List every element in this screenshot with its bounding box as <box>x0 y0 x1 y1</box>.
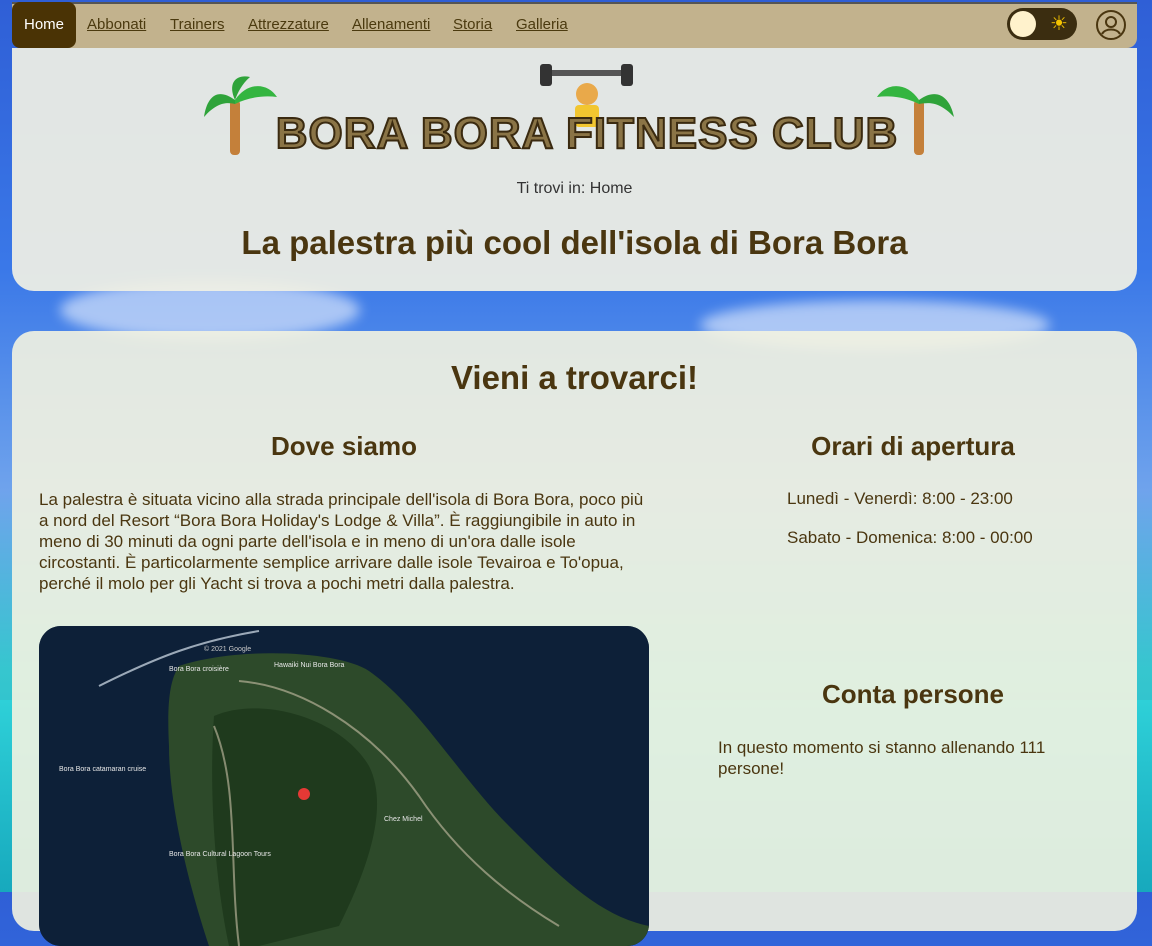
nav-item-trainers[interactable]: Trainers <box>170 16 224 33</box>
palm-tree-icon <box>204 76 277 155</box>
top-navigation: Home Abbonati Trainers Attrezzature Alle… <box>12 2 1137 48</box>
svg-text:Hawaiki Nui Bora Bora: Hawaiki Nui Bora Bora <box>274 662 345 669</box>
hours-weekdays: Lunedì - Venerdì: 8:00 - 23:00 <box>787 489 1013 508</box>
nav-item-storia[interactable]: Storia <box>453 16 492 33</box>
hours-weekend: Sabato - Domenica: 8:00 - 00:00 <box>787 528 1033 547</box>
nav-item-home[interactable]: Home <box>12 2 76 48</box>
location-description: La palestra è situata vicino alla strada… <box>39 490 644 593</box>
svg-text:Chez Michel: Chez Michel <box>384 816 423 823</box>
location-title: Dove siamo <box>271 431 417 461</box>
map-embed[interactable]: © 2021 Google Bora Bora croisière Hawaik… <box>39 626 649 946</box>
theme-toggle[interactable]: ☀ <box>1007 8 1077 40</box>
people-counter-text: In questo momento si stanno allenando 11… <box>718 738 1046 778</box>
section-title: Vieni a trovarci! <box>450 359 698 396</box>
svg-text:Bora Bora Cultural Lagoon Tour: Bora Bora Cultural Lagoon Tours <box>169 851 271 858</box>
header-card: BORA BORA FITNESS CLUB Ti trovi in: Home… <box>12 48 1137 291</box>
nav-item-abbonati[interactable]: Abbonati <box>87 16 146 33</box>
map-pin-icon <box>298 788 310 800</box>
breadcrumb: Ti trovi in: Home <box>516 180 633 197</box>
nav-top-border <box>12 2 1137 4</box>
svg-text:© 2021 Google: © 2021 Google <box>204 645 251 653</box>
nav-item-attrezzature[interactable]: Attrezzature <box>248 16 329 33</box>
page-title: La palestra più cool dell'isola di Bora … <box>241 224 908 261</box>
user-icon[interactable] <box>1095 9 1127 41</box>
svg-text:Bora Bora catamaran cruise: Bora Bora catamaran cruise <box>59 766 146 773</box>
nav-item-allenamenti[interactable]: Allenamenti <box>352 16 430 33</box>
toggle-knob <box>1010 11 1036 37</box>
svg-text:Bora Bora croisière: Bora Bora croisière <box>169 666 229 673</box>
sun-icon: ☀ <box>1050 13 1068 35</box>
satellite-map: © 2021 Google Bora Bora croisière Hawaik… <box>39 626 649 946</box>
svg-text:BORA BORA FITNESS CLUB: BORA BORA FITNESS CLUB <box>276 109 899 158</box>
nav-item-galleria[interactable]: Galleria <box>516 16 568 33</box>
people-counter-title: Conta persone <box>821 679 1005 709</box>
main-card: Vieni a trovarci! Dove siamo La palestra… <box>12 331 1137 946</box>
site-logo[interactable]: BORA BORA FITNESS CLUB <box>202 62 962 162</box>
hours-title: Orari di apertura <box>811 431 1015 461</box>
